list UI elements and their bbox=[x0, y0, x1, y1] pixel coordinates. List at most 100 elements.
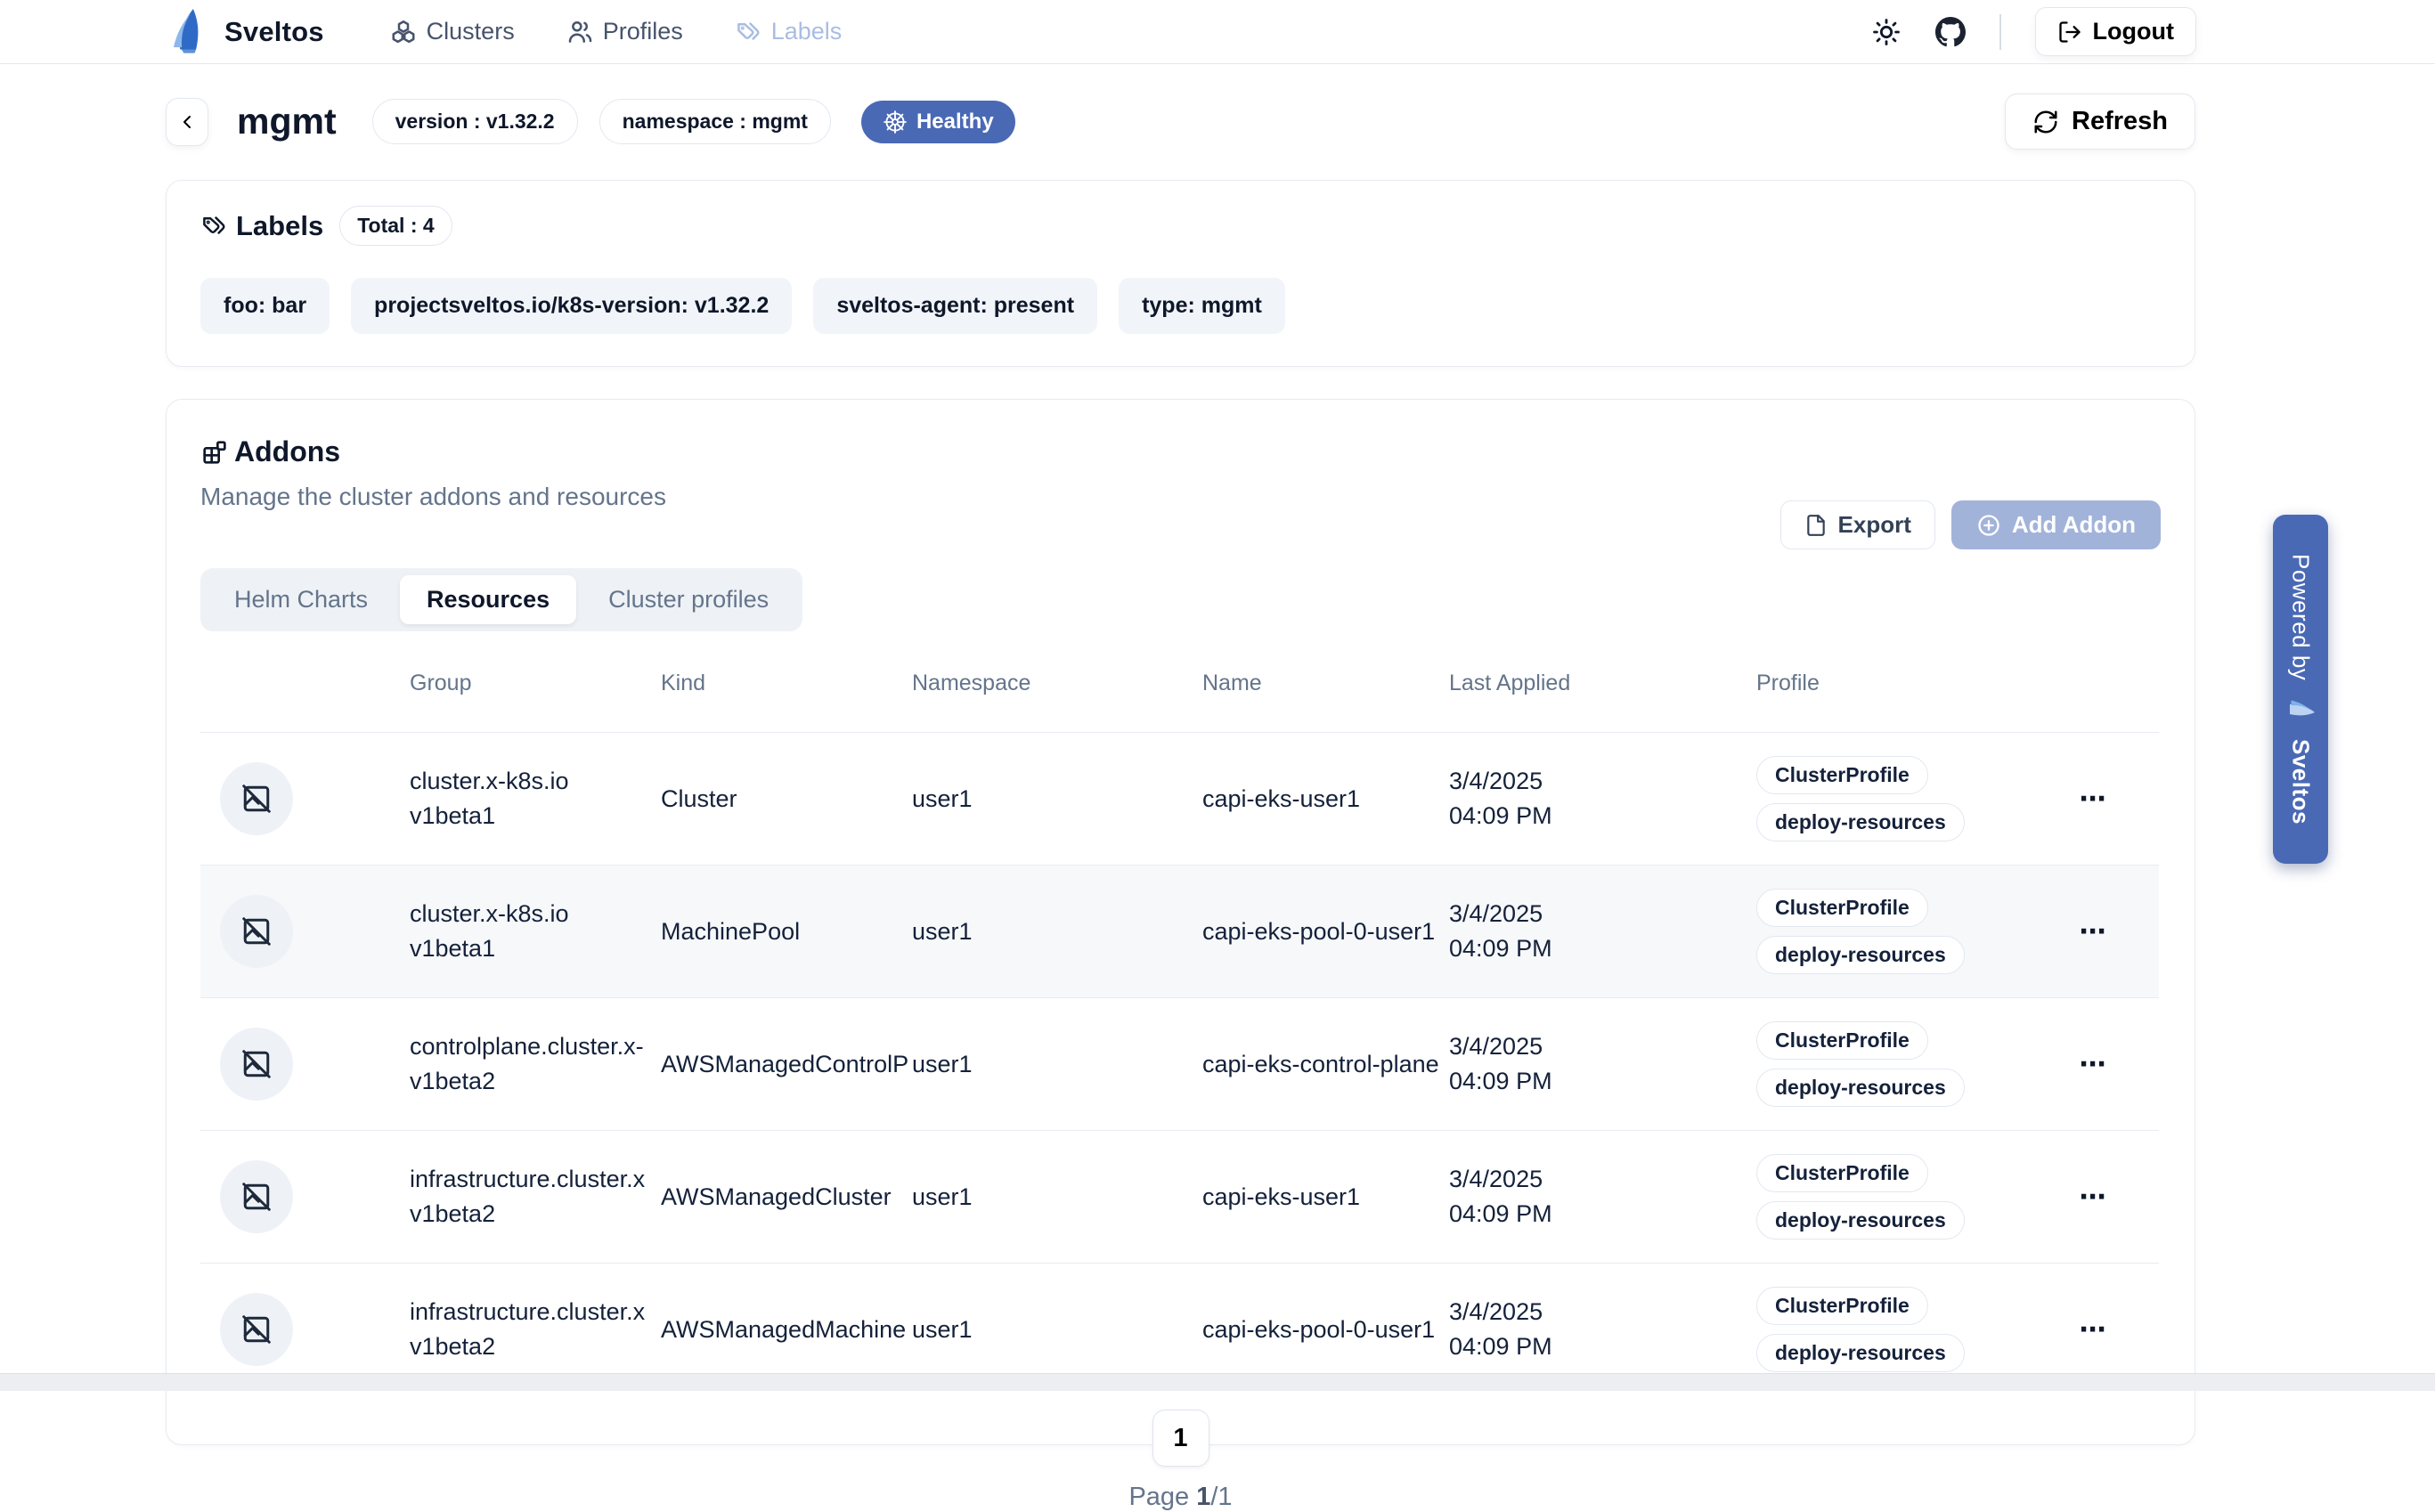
image-off-icon bbox=[240, 1313, 273, 1345]
profile-chip: deploy-resources bbox=[1756, 1201, 1965, 1240]
label-chip: projectsveltos.io/k8s-version: v1.32.2 bbox=[351, 278, 792, 334]
blocks-icon bbox=[200, 438, 229, 467]
resource-avatar bbox=[220, 1028, 293, 1101]
row-menu-button[interactable]: ⋯ bbox=[2028, 1131, 2159, 1264]
page-content: mgmt version : v1.32.2 namespace : mgmt … bbox=[0, 64, 2435, 1445]
cell-profile: ClusterProfile deploy-resources bbox=[1756, 756, 2028, 841]
status-badge: Healthy bbox=[861, 101, 1015, 143]
labels-card-header: Labels Total : 4 bbox=[200, 206, 2161, 246]
table-row[interactable]: infrastructure.cluster.xv1beta2 AWSManag… bbox=[200, 1131, 2159, 1264]
label-chip: foo: bar bbox=[200, 278, 330, 334]
col-namespace: Namespace bbox=[912, 647, 1202, 733]
page-title: mgmt bbox=[237, 101, 337, 142]
cell-namespace: user1 bbox=[912, 866, 1202, 998]
users-icon bbox=[566, 19, 593, 45]
cell-kind: AWSManagedControlP bbox=[661, 998, 912, 1131]
nav-item-clusters[interactable]: Clusters bbox=[390, 18, 515, 45]
page-1-button[interactable]: 1 bbox=[1152, 1410, 1209, 1467]
cell-last-applied: 3/4/202504:09 PM bbox=[1449, 998, 1756, 1131]
profile-chip: deploy-resources bbox=[1756, 803, 1965, 841]
nav-separator bbox=[1999, 14, 2001, 50]
cell-last-applied: 3/4/202504:09 PM bbox=[1449, 1131, 1756, 1264]
profile-chip: deploy-resources bbox=[1756, 1069, 1965, 1107]
sveltos-logo-icon bbox=[166, 7, 212, 57]
cell-namespace: user1 bbox=[912, 1131, 1202, 1264]
resources-table: Group Kind Namespace Name Last Applied P… bbox=[200, 647, 2159, 1395]
tab-helm-charts[interactable]: Helm Charts bbox=[208, 575, 395, 624]
cell-name: capi-eks-control-plane bbox=[1202, 998, 1449, 1131]
profile-chip: ClusterProfile bbox=[1756, 1021, 1928, 1060]
cell-name: capi-eks-user1 bbox=[1202, 733, 1449, 866]
table-header: Group Kind Namespace Name Last Applied P… bbox=[200, 647, 2159, 733]
brand[interactable]: Sveltos bbox=[166, 7, 324, 57]
export-label: Export bbox=[1838, 511, 1911, 539]
github-link[interactable] bbox=[1935, 17, 1966, 47]
profile-chip: ClusterProfile bbox=[1756, 889, 1928, 927]
label-chip: sveltos-agent: present bbox=[813, 278, 1097, 334]
tab-cluster-profiles[interactable]: Cluster profiles bbox=[582, 575, 795, 624]
addons-card: Addons Manage the cluster addons and res… bbox=[166, 399, 2195, 1445]
cell-profile: ClusterProfile deploy-resources bbox=[1756, 1021, 2028, 1107]
labels-card: Labels Total : 4 foo: bar projectsveltos… bbox=[166, 180, 2195, 367]
cell-namespace: user1 bbox=[912, 733, 1202, 866]
col-profile: Profile bbox=[1756, 647, 2028, 733]
nav-item-labels[interactable]: Labels bbox=[735, 18, 843, 45]
export-button[interactable]: Export bbox=[1780, 500, 1935, 549]
profile-chip: ClusterProfile bbox=[1756, 1154, 1928, 1192]
table-row[interactable]: cluster.x-k8s.iov1beta1 MachinePool user… bbox=[200, 866, 2159, 998]
cell-kind: MachinePool bbox=[661, 866, 912, 998]
nav-right: Logout bbox=[1871, 7, 2196, 56]
cell-kind: AWSManagedCluster bbox=[661, 1131, 912, 1264]
label-chip-list: foo: bar projectsveltos.io/k8s-version: … bbox=[200, 278, 2161, 334]
plus-circle-icon bbox=[1976, 513, 2001, 538]
row-menu-button[interactable]: ⋯ bbox=[2028, 998, 2159, 1131]
col-icon bbox=[200, 647, 410, 733]
cell-profile: ClusterProfile deploy-resources bbox=[1756, 1287, 2028, 1372]
image-off-icon bbox=[240, 915, 273, 947]
powered-by-text: Powered by bbox=[2287, 554, 2315, 680]
logout-icon bbox=[2057, 20, 2082, 45]
add-addon-button[interactable]: Add Addon bbox=[1951, 500, 2161, 549]
status-label: Healthy bbox=[916, 110, 994, 134]
page-header: mgmt version : v1.32.2 namespace : mgmt … bbox=[166, 93, 2195, 150]
labels-card-title: Labels bbox=[200, 210, 323, 242]
col-last-applied: Last Applied bbox=[1449, 647, 1756, 733]
col-group: Group bbox=[410, 647, 661, 733]
label-chip: type: mgmt bbox=[1119, 278, 1285, 334]
labels-total-badge: Total : 4 bbox=[339, 206, 452, 246]
cell-profile: ClusterProfile deploy-resources bbox=[1756, 1154, 2028, 1240]
nav-item-label: Clusters bbox=[427, 18, 515, 45]
logout-button[interactable]: Logout bbox=[2035, 7, 2196, 56]
tab-resources[interactable]: Resources bbox=[400, 575, 576, 624]
nav-item-label: Profiles bbox=[603, 18, 683, 45]
row-menu-button[interactable]: ⋯ bbox=[2028, 866, 2159, 998]
cell-group: controlplane.cluster.x-v1beta2 bbox=[410, 998, 661, 1131]
helm-wheel-icon bbox=[883, 110, 908, 134]
theme-toggle-button[interactable] bbox=[1871, 17, 1902, 47]
cell-group: cluster.x-k8s.iov1beta1 bbox=[410, 733, 661, 866]
profile-chip: ClusterProfile bbox=[1756, 1287, 1928, 1325]
labels-title-text: Labels bbox=[236, 210, 323, 242]
row-menu-button[interactable]: ⋯ bbox=[2028, 733, 2159, 866]
cell-last-applied: 3/4/202504:09 PM bbox=[1449, 733, 1756, 866]
nav-items: Clusters Profiles Labels bbox=[390, 18, 843, 45]
profile-chip: deploy-resources bbox=[1756, 936, 1965, 974]
cell-kind: Cluster bbox=[661, 733, 912, 866]
cell-name: capi-eks-pool-0-user1 bbox=[1202, 866, 1449, 998]
version-badge: version : v1.32.2 bbox=[372, 99, 578, 144]
addons-title: Addons bbox=[200, 435, 2161, 468]
resource-avatar bbox=[220, 895, 293, 968]
top-navbar: Sveltos Clusters Profiles bbox=[0, 0, 2435, 64]
ribbon-brand-text: Sveltos bbox=[2287, 739, 2315, 825]
refresh-label: Refresh bbox=[2072, 107, 2168, 136]
addons-tabs: Helm Charts Resources Cluster profiles bbox=[200, 568, 802, 631]
col-name: Name bbox=[1202, 647, 1449, 733]
powered-by-ribbon[interactable]: Powered by Sveltos bbox=[2273, 515, 2328, 864]
image-off-icon bbox=[240, 783, 273, 815]
table-row[interactable]: controlplane.cluster.x-v1beta2 AWSManage… bbox=[200, 998, 2159, 1131]
cell-group: cluster.x-k8s.iov1beta1 bbox=[410, 866, 661, 998]
back-button[interactable] bbox=[166, 98, 208, 146]
table-row[interactable]: cluster.x-k8s.iov1beta1 Cluster user1 ca… bbox=[200, 733, 2159, 866]
nav-item-profiles[interactable]: Profiles bbox=[566, 18, 683, 45]
refresh-button[interactable]: Refresh bbox=[2005, 93, 2195, 150]
